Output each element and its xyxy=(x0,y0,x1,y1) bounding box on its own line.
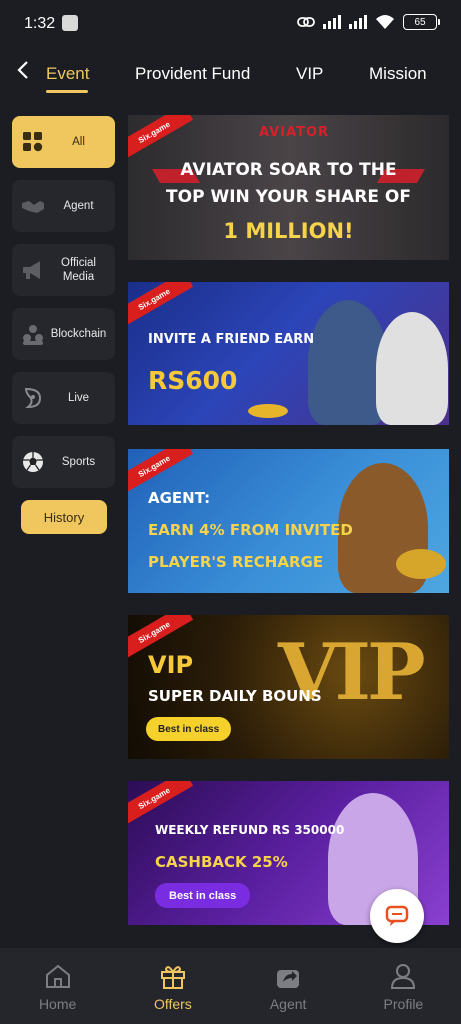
brand-tag: Six.game xyxy=(128,781,194,826)
tab-event[interactable]: Event xyxy=(46,64,89,84)
banner-headline: TOP WIN YOUR SHARE OF xyxy=(166,187,411,207)
best-in-class-button[interactable]: Best in class xyxy=(155,883,251,908)
category-blockchain[interactable]: Blockchain xyxy=(12,308,115,360)
nav-label: Agent xyxy=(269,996,307,1012)
signal-icon-2 xyxy=(349,15,367,29)
category-agent[interactable]: Agent xyxy=(12,180,115,232)
battery-indicator: 65 xyxy=(403,14,440,30)
status-icons: 65 xyxy=(297,14,440,30)
nav-profile[interactable]: Profile xyxy=(346,948,461,1024)
nav-agent[interactable]: Agent xyxy=(231,948,346,1024)
banner-subline: SUPER DAILY BOUNS xyxy=(148,687,322,705)
robber-illustration xyxy=(376,312,448,425)
banner-amount: RS600 xyxy=(148,366,238,395)
live-icon xyxy=(24,387,42,409)
nav-home[interactable]: Home xyxy=(0,948,115,1024)
status-time: 1:32 xyxy=(24,15,56,32)
tab-mission[interactable]: Mission xyxy=(369,64,427,84)
category-label: All xyxy=(72,136,85,148)
category-official-media[interactable]: Official Media xyxy=(12,244,115,296)
bottom-nav: Home Offers Agent Profile xyxy=(0,948,461,1024)
nav-label: Offers xyxy=(153,996,192,1012)
category-sidebar: All Agent Official Media Blockchain Live… xyxy=(12,116,116,534)
soccer-ball-icon xyxy=(23,452,43,472)
tab-provident-fund[interactable]: Provident Fund xyxy=(135,64,250,84)
banner-headline: AGENT: xyxy=(148,489,211,507)
category-label: Official Media xyxy=(61,257,96,283)
back-arrow-icon[interactable] xyxy=(12,58,36,82)
best-in-class-button[interactable]: Best in class xyxy=(146,717,232,741)
category-label: Sports xyxy=(61,456,96,468)
nav-label: Home xyxy=(38,996,77,1012)
blockchain-icon xyxy=(23,325,43,345)
profile-icon xyxy=(391,964,416,989)
handshake-icon xyxy=(22,201,44,213)
category-label: Agent xyxy=(63,200,94,212)
banner-invite[interactable]: Six.game INVITE A FRIEND EARN RS600 xyxy=(128,282,449,425)
brand-tag: Six.game xyxy=(128,115,194,160)
category-live[interactable]: Live xyxy=(12,372,115,424)
megaphone-icon xyxy=(23,261,40,279)
wifi-icon xyxy=(376,15,394,29)
brand-tag: Six.game xyxy=(128,282,194,327)
active-tab-indicator xyxy=(46,90,88,93)
link-icon xyxy=(297,17,315,27)
brand-tag: Six.game xyxy=(128,449,194,494)
nav-offers[interactable]: Offers xyxy=(115,948,230,1024)
treasure-decoration xyxy=(396,549,446,579)
home-icon xyxy=(45,964,70,988)
banner-headline: WEEKLY REFUND RS 350000 xyxy=(155,823,345,837)
history-button[interactable]: History xyxy=(21,500,107,534)
nav-label: Profile xyxy=(383,996,424,1012)
chat-icon xyxy=(385,905,409,926)
gift-icon xyxy=(160,966,185,989)
signal-icon xyxy=(323,15,341,29)
banner-headline: INVITE A FRIEND EARN xyxy=(148,332,315,347)
top-nav: Event Provident Fund VIP Mission xyxy=(0,48,461,98)
banner-aviator[interactable]: Six.game AVIATOR AVIATOR SOAR TO THE TOP… xyxy=(128,115,449,260)
wrench-icon xyxy=(62,15,78,31)
chat-button[interactable] xyxy=(370,889,424,943)
banner-prize: 1 MILLION! xyxy=(223,219,354,243)
banner-subline: CASHBACK 25% xyxy=(155,853,288,871)
category-label: Blockchain xyxy=(50,328,107,340)
tab-vip[interactable]: VIP xyxy=(296,64,323,84)
category-label: Live xyxy=(67,392,90,404)
banner-vip[interactable]: Six.game VIP VIP SUPER DAILY BOUNS Best … xyxy=(128,615,449,759)
banner-headline: AVIATOR SOAR TO THE xyxy=(180,160,397,180)
coins-decoration xyxy=(248,404,288,418)
banner-subline: EARN 4% FROM INVITED xyxy=(148,521,353,539)
banner-subline: PLAYER'S RECHARGE xyxy=(148,553,324,571)
category-sports[interactable]: Sports xyxy=(12,436,115,488)
share-icon xyxy=(277,970,300,988)
grid-icon xyxy=(23,132,43,152)
status-bar: 1:32 65 xyxy=(0,0,461,48)
banner-headline: VIP xyxy=(148,651,194,679)
aviator-logo: AVIATOR xyxy=(259,125,330,140)
category-all[interactable]: All xyxy=(12,116,115,168)
banner-agent[interactable]: Six.game AGENT: EARN 4% FROM INVITED PLA… xyxy=(128,449,449,593)
